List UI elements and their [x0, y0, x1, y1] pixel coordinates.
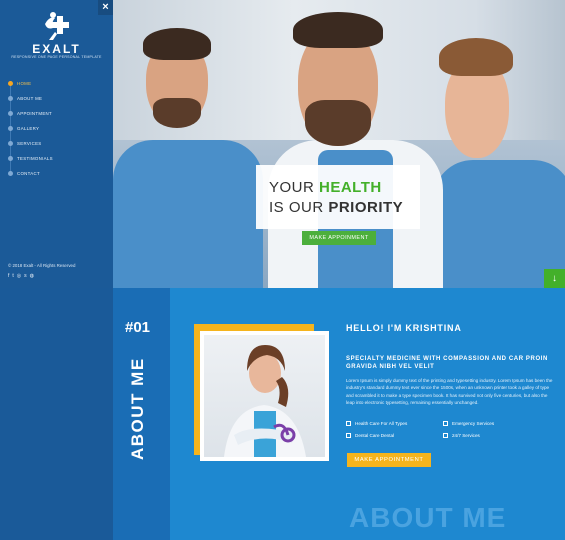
sidebar-item-about-me[interactable]: ABOUT ME [8, 91, 108, 106]
doctor-right-hair [439, 38, 513, 76]
sidebar-item-label: GALLERY [17, 126, 40, 131]
about-heading: HELLO! I'M KRISHTINA [346, 323, 462, 333]
doctor-left-beard [153, 98, 201, 128]
hero-headline-line2: IS OUR PRIORITY [269, 199, 404, 216]
sidebar-item-services[interactable]: SERVICES [8, 136, 108, 151]
sidebar-item-label: APPOINTMENT [17, 111, 53, 116]
checkbox-icon [346, 433, 351, 438]
dribbble-icon[interactable]: ◍ [30, 273, 34, 279]
hero-headline-card: YOUR HEALTH IS OUR PRIORITY [256, 165, 420, 229]
sidebar-item-label: TESTIMONIALS [17, 156, 53, 161]
nav-dot-icon [8, 81, 13, 86]
sidebar-item-label: CONTACT [17, 171, 40, 176]
hero-banner: YOUR HEALTH IS OUR PRIORITY MAKE APPOINM… [113, 0, 565, 288]
checkbox-icon [443, 433, 448, 438]
doctor-portrait-illustration [224, 345, 306, 457]
skype-icon[interactable]: s [24, 273, 27, 279]
facebook-icon[interactable]: f [8, 273, 9, 279]
sidebar: × EXALT RESPONSIVE ONE PAGE PERSONAL TEM… [0, 0, 113, 540]
sidebar-item-label: HOME [17, 81, 32, 86]
hero-appointment-button[interactable]: MAKE APPOINMENT [302, 231, 376, 245]
twitter-icon[interactable]: t [12, 273, 13, 279]
sidebar-item-testimonials[interactable]: TESTIMONIALS [8, 151, 108, 166]
about-description: Lorem Ipsum is simply dummy text of the … [346, 378, 553, 406]
doctor-left-scrubs [113, 140, 263, 288]
feature-item: 24/7 Services [443, 433, 480, 438]
nav-dot-icon [8, 141, 13, 146]
copyright-text: © 2018 Exalt - All Rights Reserved [8, 263, 76, 268]
sidebar-bottom [0, 288, 113, 540]
doctor-left-hair [143, 28, 211, 60]
nav-dot-icon [8, 126, 13, 131]
hero-headline-line1: YOUR HEALTH [269, 179, 382, 196]
sidebar-item-home[interactable]: HOME [8, 76, 108, 91]
scroll-down-icon[interactable]: ↓ [544, 269, 565, 288]
sidebar-item-label: ABOUT ME [17, 96, 43, 101]
instagram-icon[interactable]: ◎ [17, 273, 21, 279]
nav-dot-icon [8, 156, 13, 161]
about-section: #01 ABOUT ME HELLO! I'M KRISHTINA SPECIA… [113, 288, 565, 540]
nav-dot-icon [8, 111, 13, 116]
sidebar-item-label: SERVICES [17, 141, 42, 146]
nav-dot-icon [8, 96, 13, 101]
brand-name[interactable]: EXALT [0, 42, 113, 56]
logo-cross-icon [45, 12, 69, 40]
sidebar-item-contact[interactable]: CONTACT [8, 166, 108, 181]
nav-dot-icon [8, 171, 13, 176]
feature-item: Dental Care Dental [346, 433, 394, 438]
social-links: f t ◎ s ◍ [8, 273, 34, 279]
doctor-center-beard [305, 100, 371, 146]
brand-tagline: RESPONSIVE ONE PAGE PERSONAL TEMPLATE [11, 55, 102, 59]
about-vertical-title: ABOUT ME [128, 357, 147, 460]
about-subheading: SPECIALTY MEDICINE WITH COMPASSION AND C… [346, 356, 548, 370]
doctor-portrait [204, 335, 325, 457]
sidebar-item-gallery[interactable]: GALLERY [8, 121, 108, 136]
section-number: #01 [125, 319, 151, 336]
about-watermark: ABOUT ME [349, 502, 507, 533]
feature-item: Emergency Services [443, 421, 494, 426]
sidebar-nav: HOME ABOUT ME APPOINTMENT GALLERY SERVIC… [8, 76, 108, 181]
feature-item: Health Care For All Types [346, 421, 407, 426]
close-sidebar-button[interactable]: × [98, 0, 113, 15]
doctor-center-hair [293, 12, 383, 48]
checkbox-icon [346, 421, 351, 426]
sidebar-item-appointment[interactable]: APPOINTMENT [8, 106, 108, 121]
checkbox-icon [443, 421, 448, 426]
about-appointment-button[interactable]: MAKE APPOINTMENT [347, 453, 431, 467]
